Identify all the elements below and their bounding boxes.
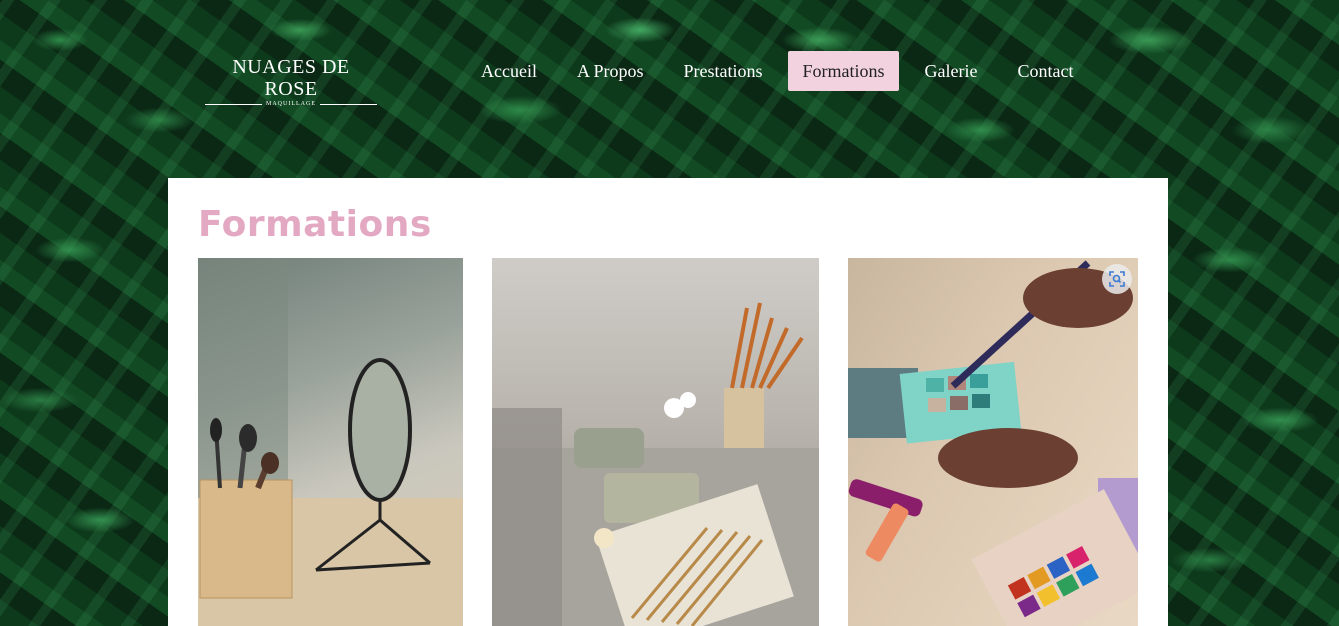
nav-item-accueil[interactable]: Accueil xyxy=(467,51,551,91)
gallery-image-eyeshadow-palette[interactable] xyxy=(848,258,1138,626)
gallery-image-paint-brushes[interactable] xyxy=(492,258,819,626)
nav-item-contact[interactable]: Contact xyxy=(1003,51,1087,91)
eyeshadow-illustration xyxy=(848,260,1138,626)
gallery-image-makeup-brushes[interactable] xyxy=(198,258,463,626)
site-logo[interactable]: NUAGES DE ROSE MAQUILLAGE xyxy=(205,56,377,108)
content-card: Formations xyxy=(168,178,1168,626)
main-nav: Accueil A Propos Prestations Formations … xyxy=(467,51,1099,91)
nav-item-a-propos[interactable]: A Propos xyxy=(563,51,658,91)
page-title: Formations xyxy=(198,204,432,245)
nav-item-prestations[interactable]: Prestations xyxy=(669,51,776,91)
logo-subtitle: MAQUILLAGE xyxy=(205,100,377,108)
logo-subtitle-text: MAQUILLAGE xyxy=(266,101,316,107)
paint-brushes-illustration xyxy=(492,302,819,626)
visual-search-icon[interactable] xyxy=(1102,264,1132,294)
brushes-mirror-illustration xyxy=(198,258,463,626)
logo-title: NUAGES DE ROSE xyxy=(232,56,350,100)
nav-item-galerie[interactable]: Galerie xyxy=(911,51,992,91)
nav-item-formations[interactable]: Formations xyxy=(788,51,899,91)
site-header: NUAGES DE ROSE MAQUILLAGE Accueil A Prop… xyxy=(0,0,1339,178)
